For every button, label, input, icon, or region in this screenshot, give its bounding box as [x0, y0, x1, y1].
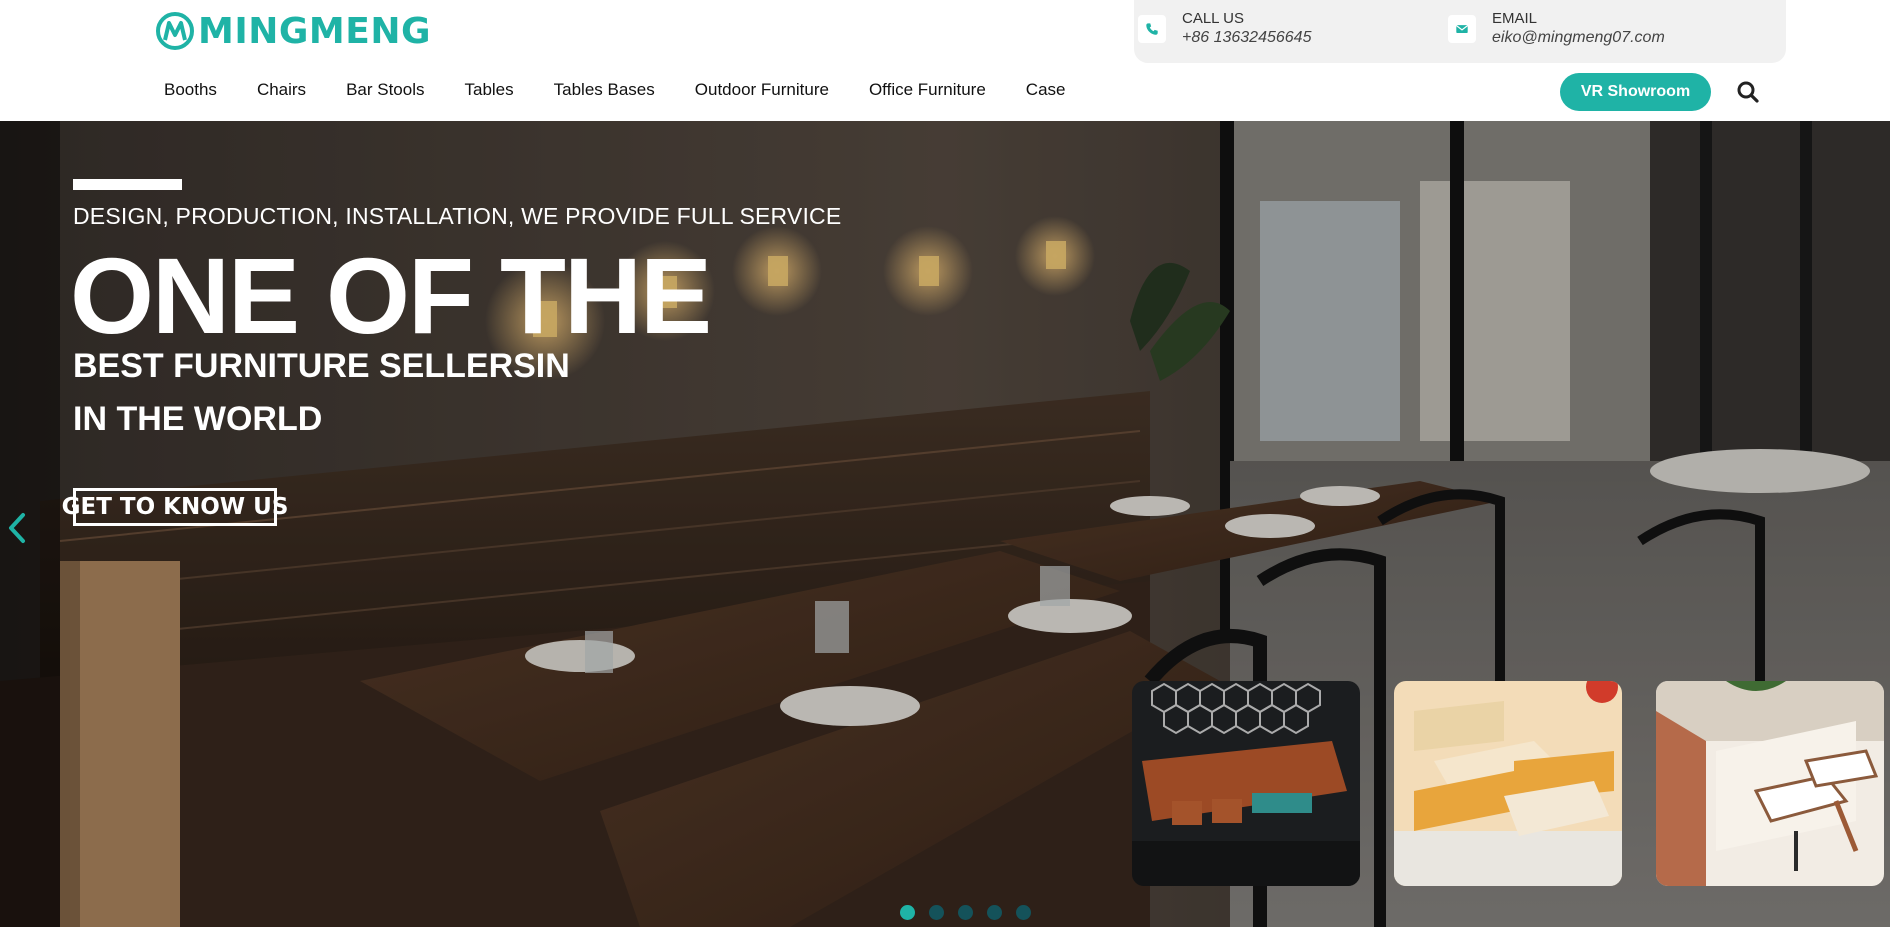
contact-email[interactable]: EMAIL eiko@mingmeng07.com [1448, 10, 1665, 48]
nav-item-office-furniture[interactable]: Office Furniture [869, 80, 986, 100]
thumbnail-image-wooden-booth [1394, 681, 1622, 886]
email-label: EMAIL [1492, 10, 1538, 27]
brand-name: MINGMENG [198, 10, 431, 52]
site-header: MINGMENG CALL US +86 13632456645 EMAIL e… [0, 0, 1890, 121]
nav-item-chairs[interactable]: Chairs [257, 80, 306, 100]
nav-item-booths[interactable]: Booths [164, 80, 217, 100]
slide-dot-4[interactable] [987, 905, 1002, 920]
thumbnail-slide-1[interactable] [1132, 681, 1360, 886]
hero-accent-bar [73, 179, 182, 190]
email-value[interactable]: eiko@mingmeng07.com [1492, 28, 1665, 48]
thumbnail-slide-3[interactable] [1656, 681, 1884, 886]
hero-line-2: IN THE WORLD [73, 400, 323, 438]
thumbnail-image-cream-restaurant [1656, 681, 1884, 886]
brand-logo[interactable]: MINGMENG [155, 8, 431, 54]
hero-title: ONE OF THE [70, 235, 712, 356]
slide-dot-3[interactable] [958, 905, 973, 920]
hero-subtitle: DESIGN, PRODUCTION, INSTALLATION, WE PRO… [73, 203, 842, 229]
slide-dot-5[interactable] [1016, 905, 1031, 920]
nav-item-case[interactable]: Case [1026, 80, 1066, 100]
slide-dot-2[interactable] [929, 905, 944, 920]
chevron-left-icon[interactable] [5, 511, 29, 545]
logo-mark-icon [156, 12, 194, 50]
nav-item-tables-bases[interactable]: Tables Bases [554, 80, 655, 100]
hero-slider: DESIGN, PRODUCTION, INSTALLATION, WE PRO… [0, 121, 1890, 927]
phone-icon [1138, 15, 1166, 43]
slide-pagination [900, 905, 1045, 920]
main-nav: Booths Chairs Bar Stools Tables Tables B… [164, 80, 1105, 100]
thumbnail-image-hexagon-lounge [1132, 681, 1360, 886]
slide-dot-1[interactable] [900, 905, 915, 920]
nav-item-outdoor-furniture[interactable]: Outdoor Furniture [695, 80, 829, 100]
call-label: CALL US [1182, 10, 1244, 27]
nav-item-tables[interactable]: Tables [465, 80, 514, 100]
nav-item-bar-stools[interactable]: Bar Stools [346, 80, 424, 100]
vr-showroom-button[interactable]: VR Showroom [1560, 73, 1711, 111]
hero-line-1: BEST FURNITURE SELLERSIN [73, 347, 570, 385]
contact-call[interactable]: CALL US +86 13632456645 [1138, 10, 1311, 48]
get-to-know-us-button[interactable]: GET TO KNOW US [62, 488, 288, 526]
search-icon[interactable] [1736, 80, 1760, 104]
call-value[interactable]: +86 13632456645 [1182, 28, 1311, 48]
envelope-icon [1448, 15, 1476, 43]
thumbnail-slide-2[interactable] [1394, 681, 1622, 886]
